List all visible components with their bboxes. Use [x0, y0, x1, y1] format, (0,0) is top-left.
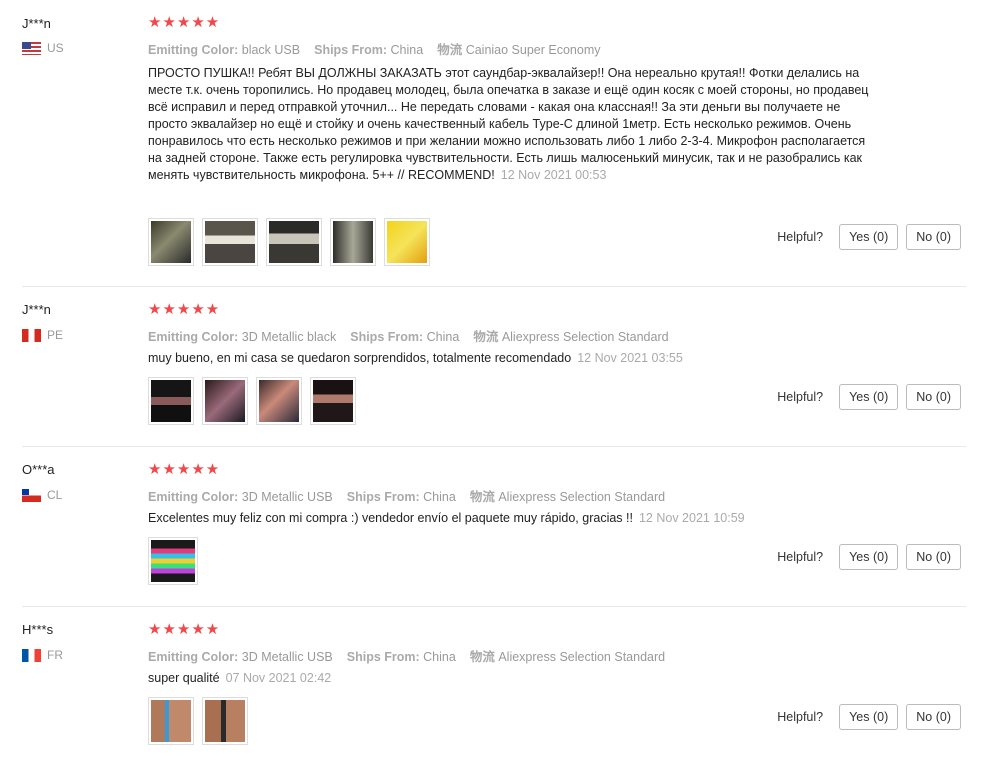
- review-photos: [148, 218, 438, 266]
- attr-label: Ships From:: [350, 330, 424, 344]
- helpful-controls: Helpful? Yes (0) No (0): [777, 704, 961, 730]
- attr-label: Emitting Color:: [148, 330, 239, 344]
- attr-value: 3D Metallic USB: [241, 490, 333, 504]
- star-rating: ★★★★★: [148, 301, 221, 318]
- attr-value: black USB: [241, 43, 301, 57]
- country-code: CL: [47, 488, 63, 502]
- reviewer-country: CL: [22, 488, 62, 502]
- review-photo[interactable]: [256, 377, 302, 425]
- helpful-controls: Helpful? Yes (0) No (0): [777, 384, 961, 410]
- review-photo[interactable]: [330, 218, 376, 266]
- attr-label: Ships From:: [346, 490, 420, 504]
- review-photo[interactable]: [202, 697, 248, 745]
- helpful-yes-button[interactable]: Yes (0): [839, 704, 899, 730]
- helpful-label: Helpful?: [777, 710, 824, 724]
- attr-value: China: [390, 43, 424, 57]
- review-photos: [148, 697, 256, 745]
- review-photo[interactable]: [148, 218, 194, 266]
- product-attributes: Emitting Color: 3D Metallic USB Ships Fro…: [148, 646, 665, 665]
- attr-label: 物流: [437, 43, 463, 57]
- review-photo[interactable]: [266, 218, 322, 266]
- review-text: super qualité 07 Nov 2021 02:42: [148, 670, 873, 687]
- helpful-label: Helpful?: [777, 230, 824, 244]
- attr-value: China: [423, 490, 456, 504]
- review-date: 12 Nov 2021 00:53: [500, 168, 607, 182]
- attr-label: Ships From:: [346, 650, 420, 664]
- reviewer-name: O***a: [22, 462, 55, 477]
- product-attributes: Emitting Color: 3D Metallic black Ships F…: [148, 326, 669, 345]
- attr-value: China: [423, 650, 456, 664]
- product-attributes: Emitting Color: black USB Ships From: Chi…: [148, 39, 600, 58]
- review-photos: [148, 377, 364, 425]
- review-body: super qualité: [148, 671, 220, 685]
- attr-value: Aliexpress Selection Standard: [498, 650, 666, 664]
- review-date: 12 Nov 2021 03:55: [577, 351, 683, 365]
- reviewer-country: FR: [22, 648, 63, 662]
- review-text: Excelentes muy feliz con mi compra :) ve…: [148, 510, 873, 527]
- attr-value: Aliexpress Selection Standard: [501, 330, 669, 344]
- helpful-no-button[interactable]: No (0): [906, 704, 961, 730]
- attr-value: Aliexpress Selection Standard: [498, 490, 666, 504]
- country-code: PE: [47, 328, 64, 342]
- review-date: 12 Nov 2021 10:59: [638, 511, 745, 525]
- review-divider: [22, 446, 966, 447]
- country-code: US: [47, 41, 64, 55]
- review-photo[interactable]: [148, 377, 194, 425]
- reviewer-country: PE: [22, 328, 63, 342]
- fr-flag-icon: [22, 648, 41, 662]
- review-text: muy bueno, en mi casa se quedaron sorpre…: [148, 350, 873, 367]
- reviewer-name: H***s: [22, 622, 54, 637]
- review-photos: [148, 537, 206, 585]
- helpful-controls: Helpful? Yes (0) No (0): [777, 544, 961, 570]
- product-attributes: Emitting Color: 3D Metallic USB Ships Fro…: [148, 486, 665, 505]
- review-photo[interactable]: [384, 218, 430, 266]
- reviewer-name: J***n: [22, 302, 51, 317]
- review-divider: [22, 286, 966, 287]
- attr-value: China: [426, 330, 460, 344]
- us-flag-icon: [22, 41, 41, 55]
- reviewer-name: J***n: [22, 16, 51, 31]
- helpful-yes-button[interactable]: Yes (0): [839, 224, 899, 250]
- helpful-label: Helpful?: [777, 550, 824, 564]
- pe-flag-icon: [22, 328, 41, 342]
- helpful-no-button[interactable]: No (0): [906, 224, 961, 250]
- helpful-yes-button[interactable]: Yes (0): [839, 384, 899, 410]
- attr-label: 物流: [469, 490, 495, 504]
- review-body: Excelentes muy feliz con mi compra :) ve…: [148, 511, 633, 525]
- helpful-controls: Helpful? Yes (0) No (0): [777, 224, 961, 250]
- helpful-no-button[interactable]: No (0): [906, 384, 961, 410]
- attr-label: Emitting Color:: [148, 650, 239, 664]
- review-photo[interactable]: [148, 697, 194, 745]
- review-text: ПРОСТО ПУШКА!! Ребят ВЫ ДОЛЖНЫ ЗАКАЗАТЬ …: [148, 65, 873, 184]
- helpful-label: Helpful?: [777, 390, 824, 404]
- cl-flag-icon: [22, 488, 41, 502]
- review-photo[interactable]: [202, 218, 258, 266]
- review-photo[interactable]: [202, 377, 248, 425]
- attr-label: 物流: [473, 330, 499, 344]
- star-rating: ★★★★★: [148, 461, 221, 478]
- helpful-yes-button[interactable]: Yes (0): [839, 544, 899, 570]
- review-photo[interactable]: [310, 377, 356, 425]
- review-date: 07 Nov 2021 02:42: [225, 671, 332, 685]
- attr-label: Emitting Color:: [148, 490, 239, 504]
- star-rating: ★★★★★: [148, 14, 221, 31]
- review-body: ПРОСТО ПУШКА!! Ребят ВЫ ДОЛЖНЫ ЗАКАЗАТЬ …: [148, 66, 869, 182]
- attr-value: 3D Metallic black: [241, 330, 337, 344]
- attr-label: Ships From:: [314, 43, 388, 57]
- review-body: muy bueno, en mi casa se quedaron sorpre…: [148, 351, 572, 365]
- helpful-no-button[interactable]: No (0): [906, 544, 961, 570]
- country-code: FR: [47, 648, 63, 662]
- attr-value: 3D Metallic USB: [241, 650, 333, 664]
- review-divider: [22, 606, 966, 607]
- attr-value: Cainiao Super Economy: [465, 43, 601, 57]
- review-photo[interactable]: [148, 537, 198, 585]
- attr-label: Emitting Color:: [148, 43, 239, 57]
- attr-label: 物流: [469, 650, 495, 664]
- reviewer-country: US: [22, 41, 64, 55]
- star-rating: ★★★★★: [148, 621, 221, 638]
